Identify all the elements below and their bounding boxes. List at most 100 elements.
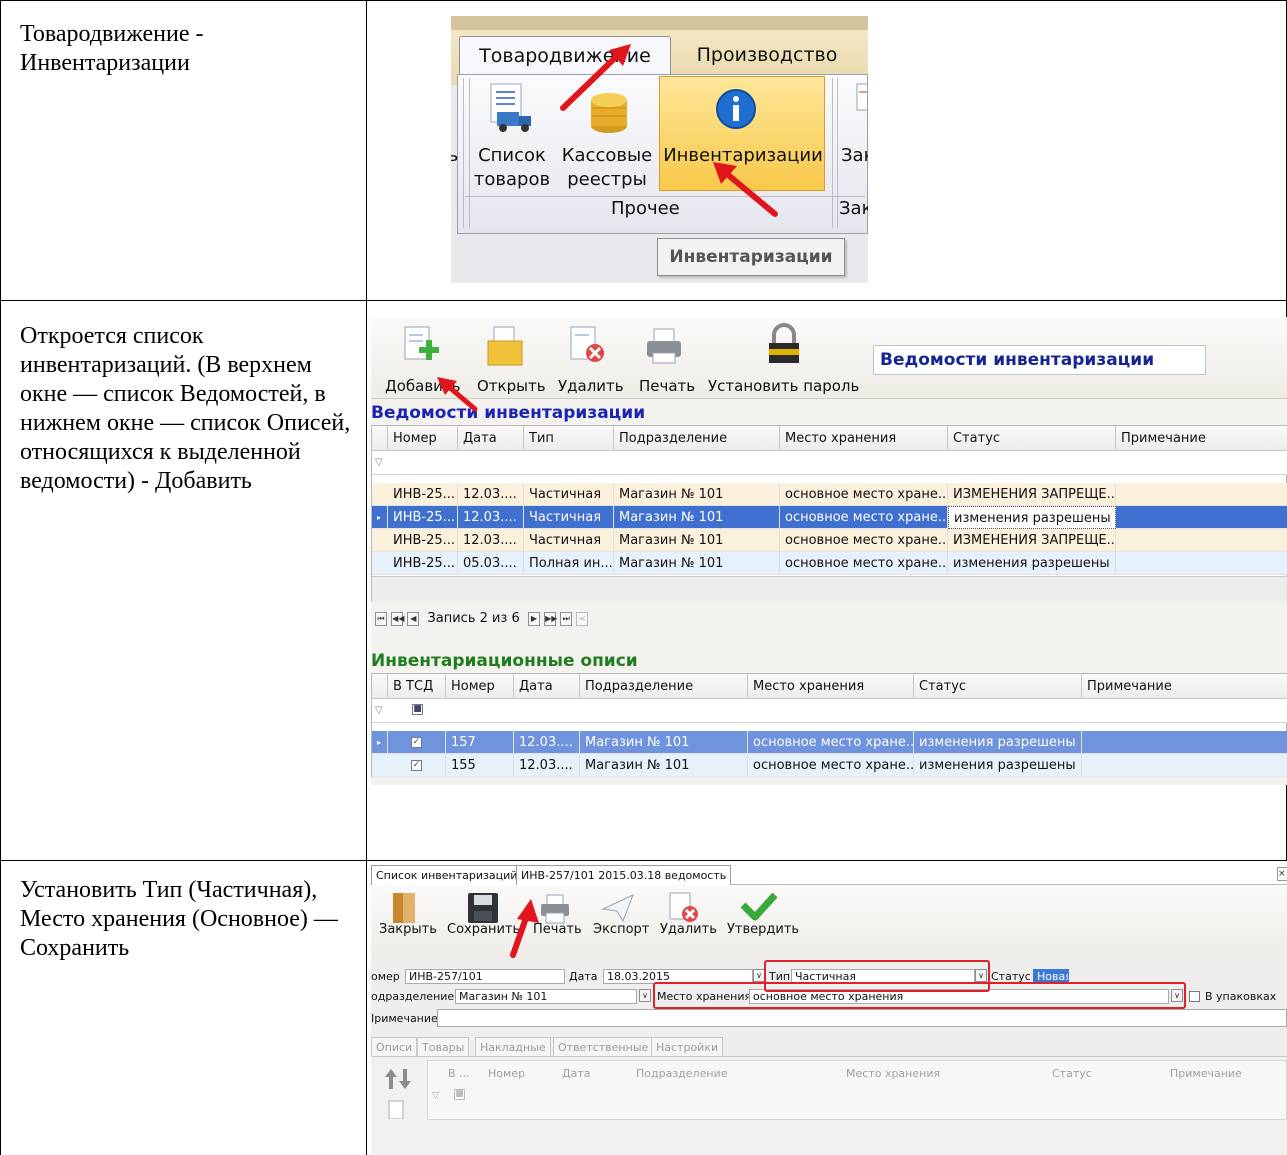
table-row-selected[interactable]: ▸ ИНВ-25... 12.03.... Частичная Магазин … — [372, 506, 1287, 529]
red-arrow-icon — [560, 44, 631, 111]
cell: Магазин № 101 — [580, 731, 748, 754]
table-row[interactable]: ✓ 155 12.03.... Магазин № 101 основное м… — [372, 754, 1287, 777]
close-tab-icon[interactable]: × — [1277, 867, 1287, 881]
transfer-arrows-icon[interactable] — [385, 1067, 411, 1095]
filter-row[interactable]: ▽ — [372, 451, 1287, 475]
filter-checkbox[interactable]: ■ — [412, 704, 423, 715]
column-header[interactable]: Место хранения — [748, 674, 914, 699]
row-pointer-icon: ▸ — [372, 506, 388, 529]
cell — [1082, 731, 1287, 754]
tab-inventory-list[interactable]: Список инвентаризаций — [371, 865, 523, 885]
table-row[interactable]: ИНВ-25... 12.03.... Частичная Магазин № … — [372, 483, 1287, 506]
cell-focused: изменения разрешены — [948, 506, 1116, 529]
document-icon — [847, 80, 868, 120]
last-record-button[interactable]: ⏭ — [560, 611, 573, 626]
tsd-checkbox[interactable]: ✓ — [411, 760, 422, 771]
filter-icon: ▽ — [432, 1091, 439, 1101]
table-row-divider-1 — [0, 300, 1287, 301]
cell: изменения разрешены — [948, 552, 1116, 575]
next-page-button[interactable]: ▶▶ — [544, 611, 557, 626]
table-border-top — [0, 0, 1287, 1]
number-field[interactable]: ИНВ-257/101 — [405, 969, 565, 984]
prev-record-button[interactable]: ◀ — [407, 611, 420, 626]
set-password-button-label: Установить пароль — [708, 377, 860, 395]
sheets-grid: Номер Дата Тип Подразделение Место хране… — [371, 425, 1287, 602]
close-button-label: Закрыть — [379, 922, 437, 937]
export-button-label: Экспорт — [593, 922, 650, 937]
note-field[interactable] — [437, 1009, 1287, 1027]
cell — [1116, 529, 1287, 552]
cell: основное место хране... — [780, 506, 948, 529]
horizontal-scrollbar[interactable] — [372, 576, 1287, 602]
column-header[interactable]: Примечание — [1116, 426, 1287, 451]
inner-tab-tovary[interactable]: Товары — [417, 1037, 470, 1056]
date-label: Дата — [569, 970, 598, 983]
column-header: Место хранения — [846, 1067, 941, 1080]
red-arrow-icon — [510, 899, 539, 958]
scroll-left-button[interactable]: < — [576, 611, 589, 626]
record-counter: Запись 2 из 6 — [427, 611, 520, 626]
ribbon-top-strip — [451, 16, 868, 30]
packages-checkbox[interactable] — [1189, 991, 1200, 1002]
column-header[interactable]: Номер — [388, 426, 458, 451]
table-row[interactable]: ИНВ-25... 12.03.... Частичная Магазин № … — [372, 529, 1287, 552]
cell: изменения разрешены — [914, 731, 1082, 754]
table-row-selected[interactable]: ▸ ✓ 157 12.03.... Магазин № 101 основное… — [372, 731, 1287, 754]
department-select[interactable]: Магазин № 101 — [455, 989, 637, 1004]
inner-tab-otvetstvennye[interactable]: Ответственные — [553, 1037, 654, 1056]
cell: Магазин № 101 — [614, 529, 780, 552]
inner-tab-nakladnye[interactable]: Накладные — [475, 1037, 551, 1056]
column-header[interactable]: Тип — [524, 426, 614, 451]
cell: ИЗМЕНЕНИЯ ЗАПРЕЩЕ... — [948, 483, 1116, 506]
department-dropdown-icon[interactable]: ∨ — [639, 989, 651, 1002]
row-pointer-icon: ▸ — [372, 731, 388, 754]
column-header[interactable]: Подразделение — [614, 426, 780, 451]
cell: 12.03.... — [458, 506, 524, 529]
inner-tab-opisi[interactable]: Описи — [371, 1037, 418, 1056]
row1-description: Товародвижение - Инвентаризации — [20, 21, 204, 76]
inner-tab-nastroyki[interactable]: Настройки — [651, 1037, 724, 1056]
column-header[interactable]: Дата — [458, 426, 524, 451]
column-header[interactable]: Номер — [446, 674, 514, 699]
ribbon-separator — [837, 78, 838, 228]
cell: 155 — [446, 754, 514, 777]
column-header[interactable]: Статус — [948, 426, 1116, 451]
cell — [1116, 552, 1287, 575]
zak-label: Зак — [841, 145, 868, 166]
tab-inventory-document[interactable]: ИНВ-257/101 2015.03.18 ведомость — [516, 865, 732, 885]
column-header[interactable]: Примечание — [1082, 674, 1287, 699]
document-small-icon[interactable] — [387, 1099, 407, 1123]
table-column-divider — [366, 0, 367, 1155]
next-record-button[interactable]: ▶ — [527, 611, 540, 626]
cell: Частичная — [524, 529, 614, 552]
column-header[interactable]: Дата — [514, 674, 580, 699]
cell: 05.03.... — [458, 552, 524, 575]
table-row-divider-2 — [0, 860, 1287, 861]
cell: основное место хране... — [780, 552, 948, 575]
column-header[interactable]: Подразделение — [580, 674, 748, 699]
column-header[interactable]: В ТСД — [388, 674, 446, 699]
filter-checkbox[interactable]: ■ — [454, 1089, 465, 1100]
note-label: Iримечание — [371, 1012, 438, 1025]
table-row[interactable]: ИНВ-25... 05.03.... Полная ин... Магазин… — [372, 552, 1287, 575]
column-header[interactable]: Место хранения — [780, 426, 948, 451]
clipped-button-fragment: ь — [451, 145, 459, 166]
record-navigator: ⏮ ◀◀ ◀ Запись 2 из 6 ▶ ▶▶ ⏭ < — [375, 611, 589, 626]
column-header[interactable]: Статус — [914, 674, 1082, 699]
tsd-checkbox[interactable]: ✓ — [411, 737, 422, 748]
tab-proizvodstvo[interactable]: Производство — [687, 36, 847, 74]
add-document-icon — [401, 325, 441, 373]
cell: основное место хране... — [748, 731, 914, 754]
cell: Полная ин... — [524, 552, 614, 575]
cell: ИНВ-25... — [388, 529, 458, 552]
ribbon-separator — [463, 78, 464, 228]
cell — [1082, 754, 1287, 777]
spisok-tovarov-label: Список товаров — [473, 145, 551, 190]
first-record-button[interactable]: ⏮ — [375, 611, 387, 626]
inventories-grid: В ТСД Номер Дата Подразделение Место хра… — [371, 673, 1287, 777]
filter-row[interactable]: ▽ ■ — [372, 699, 1287, 723]
list-title-box: Ведомости инвентаризации — [873, 345, 1206, 375]
prev-page-button[interactable]: ◀◀ — [391, 611, 404, 626]
open-button-label: Открыть — [477, 377, 546, 395]
department-label: одразделение — [371, 990, 455, 1003]
